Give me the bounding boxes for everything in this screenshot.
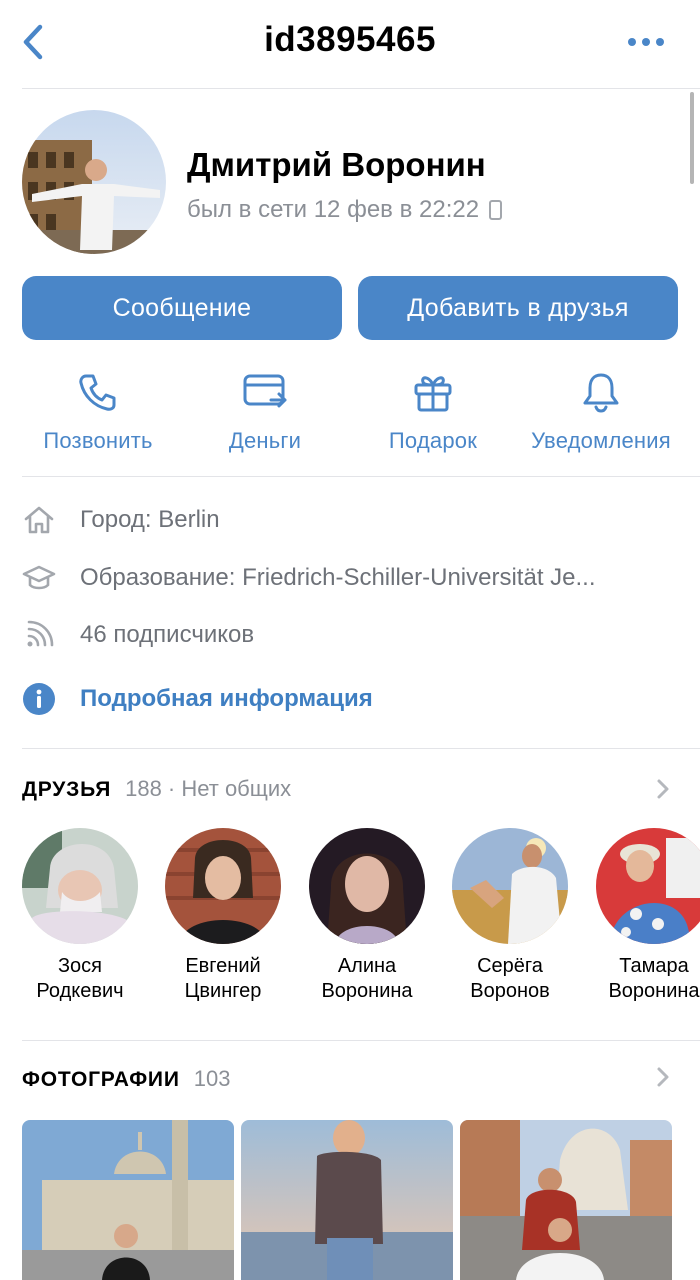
money-label: Деньги	[228, 428, 302, 453]
friend-item[interactable]: Серёга Воронов	[452, 828, 568, 1004]
education-row: Образование: Friedrich-Schiller-Universi…	[22, 556, 596, 600]
call-action[interactable]: Позвонить	[13, 370, 183, 454]
online-status: был в сети 12 фев в 22:22	[187, 196, 503, 224]
last-seen-text: был в сети 12 фев в 22:22	[187, 196, 480, 223]
friend-item[interactable]: Евгений Цвингер	[165, 828, 281, 1004]
friend-first-name: Алина	[337, 955, 397, 977]
friends-header[interactable]: ДРУЗЬЯ 188 · Нет общих	[22, 776, 291, 802]
photos-heading: ФОТОГРАФИИ	[22, 1068, 180, 1091]
education-cap-icon	[22, 565, 56, 590]
bell-icon	[583, 373, 619, 413]
friends-heading: ДРУЗЬЯ	[22, 778, 112, 801]
notifications-action[interactable]: Уведомления	[516, 370, 686, 454]
friend-first-name: Тамара	[619, 955, 689, 977]
divider	[22, 748, 700, 749]
friend-first-name: Зося	[57, 955, 103, 977]
friends-count: 188 · Нет общих	[125, 776, 292, 801]
friend-last-name: Воронина	[608, 980, 700, 1002]
photos-count: 103	[193, 1066, 231, 1091]
money-transfer-icon	[243, 374, 287, 408]
friend-avatar	[452, 828, 568, 944]
profile-avatar[interactable]	[22, 110, 166, 254]
details-link[interactable]: Подробная информация	[80, 685, 373, 713]
gift-icon	[414, 376, 452, 412]
add-friend-button[interactable]: Добавить в друзья	[358, 276, 678, 340]
phone-icon	[79, 374, 116, 411]
divider	[22, 476, 700, 477]
friend-first-name: Серёга	[477, 955, 543, 977]
home-icon	[24, 506, 54, 534]
page-title: id3895465	[264, 20, 436, 59]
friend-last-name: Воронов	[470, 980, 550, 1002]
details-row[interactable]: Подробная информация	[22, 677, 373, 721]
friend-last-name: Воронина	[321, 980, 413, 1002]
photo-thumbnail[interactable]	[241, 1120, 453, 1280]
photos-header[interactable]: ФОТОГРАФИИ 103	[22, 1066, 230, 1092]
friend-avatar	[165, 828, 281, 944]
scrollbar[interactable]	[690, 92, 694, 184]
city-row: Город: Berlin	[22, 498, 220, 542]
divider	[22, 1040, 700, 1041]
more-options-icon[interactable]	[628, 38, 664, 46]
friend-last-name: Цвингер	[184, 980, 262, 1002]
chevron-right-icon[interactable]	[656, 1066, 670, 1088]
money-action[interactable]: Деньги	[180, 370, 350, 454]
top-bar: id3895465	[0, 0, 700, 88]
friend-avatar	[596, 828, 700, 944]
divider	[22, 88, 700, 89]
info-icon	[23, 683, 55, 715]
friend-item[interactable]: Тамара Воронина	[596, 828, 700, 1004]
message-button[interactable]: Сообщение	[22, 276, 342, 340]
city-text: Город: Berlin	[80, 506, 220, 533]
photo-thumbnail[interactable]	[22, 1120, 234, 1280]
friend-item[interactable]: Алина Воронина	[309, 828, 425, 1004]
rss-followers-icon	[27, 620, 54, 647]
friend-avatar	[22, 828, 138, 944]
chevron-right-icon[interactable]	[656, 778, 670, 800]
followers-row[interactable]: 46 подписчиков	[22, 613, 254, 657]
friend-item[interactable]: Зося Родкевич	[22, 828, 138, 1004]
friend-last-name: Родкевич	[36, 980, 124, 1002]
friend-first-name: Евгений	[185, 955, 261, 977]
gift-label: Подарок	[388, 428, 478, 453]
notifications-label: Уведомления	[531, 428, 671, 453]
followers-text: 46 подписчиков	[80, 621, 255, 648]
call-label: Позвонить	[43, 428, 153, 453]
education-text: Образование: Friedrich-Schiller-Universi…	[80, 564, 596, 591]
gift-action[interactable]: Подарок	[348, 370, 518, 454]
mobile-device-icon	[489, 200, 503, 220]
friend-avatar	[309, 828, 425, 944]
photo-thumbnail[interactable]	[460, 1120, 672, 1280]
profile-name: Дмитрий Воронин	[187, 146, 486, 183]
